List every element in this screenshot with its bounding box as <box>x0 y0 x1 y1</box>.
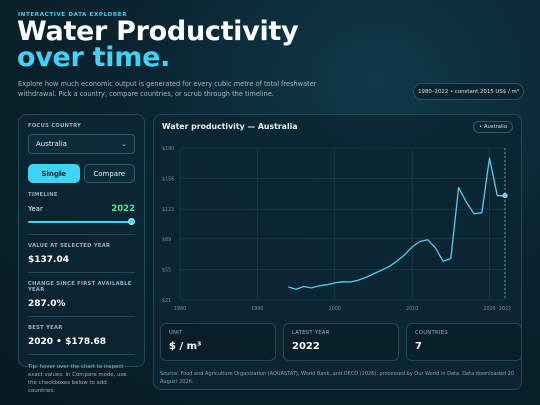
countries-card-value: 7 <box>415 341 422 352</box>
y-tick-label: $190 <box>162 146 174 152</box>
value-label: VALUE AT SELECTED YEAR <box>28 243 111 249</box>
latest-year-card-value: 2022 <box>292 341 320 352</box>
title-line-2: over time. <box>17 42 171 73</box>
unit-card-value: $ / m³ <box>169 341 202 352</box>
y-tick-label: $21 <box>162 298 171 304</box>
country-select[interactable]: Australia ⌄ <box>28 134 135 154</box>
selected-point[interactable] <box>502 193 508 199</box>
slider-track <box>28 221 133 223</box>
year-row: Year 2022 <box>28 204 135 214</box>
legend-chip: • Australia <box>472 121 513 133</box>
x-tick-label: 2000 <box>329 306 341 312</box>
range-pill: 1980–2022 • constant 2015 US$ / m³ <box>413 83 524 100</box>
change-label: CHANGE SINCE FIRST AVAILABLE YEAR <box>28 281 132 293</box>
compare-mode-button[interactable]: Compare <box>83 164 135 183</box>
x-tick-label: 1990 <box>251 306 263 312</box>
countries-card: COUNTRIES 7 <box>406 323 522 361</box>
x-tick-label: 2010 <box>406 306 418 312</box>
divider <box>28 272 135 273</box>
value-stat: $137.04 <box>28 255 69 265</box>
best-year-stat: 2020 • $178.68 <box>28 337 107 347</box>
year-label: Year <box>28 205 43 213</box>
x-tick-label: 1980 <box>174 306 186 312</box>
intro-text: Explore how much economic output is gene… <box>18 80 317 98</box>
unit-card: UNIT $ / m³ <box>160 323 276 361</box>
page-title: Water Productivity over time. <box>17 18 299 73</box>
summary-cards: UNIT $ / m³ LATEST YEAR 2022 COUNTRIES 7 <box>160 323 522 361</box>
x-tick-label: 2020 <box>483 306 495 312</box>
mode-toggle: Single Compare <box>28 164 135 183</box>
tip-text: Tip: hover over the chart to inspect exa… <box>28 364 127 394</box>
y-tick-label: $55 <box>162 267 171 273</box>
line-chart[interactable]: $190 $156 $122 $89 $55 $211980 1990 2000 2010 202… <box>160 140 517 315</box>
timeline-label: TIMELINE <box>28 192 58 198</box>
countries-card-label: COUNTRIES <box>415 330 448 336</box>
unit-card-label: UNIT <box>169 330 183 336</box>
y-tick-label: $89 <box>162 237 171 243</box>
chevron-down-icon: ⌄ <box>121 140 127 148</box>
focus-country-label: FOCUS COUNTRY <box>28 123 82 129</box>
controls-panel: FOCUS COUNTRY Australia ⌄ Single Compare… <box>18 114 145 394</box>
chart-title: Water productivity — Australia <box>162 122 298 131</box>
legend-label: Australia <box>484 124 507 130</box>
country-select-value: Australia <box>36 140 67 148</box>
divider <box>28 234 135 235</box>
divider <box>28 354 135 355</box>
x-tick-label: 2022 <box>499 306 511 312</box>
latest-year-card-label: LATEST YEAR <box>292 330 330 336</box>
range-pill-label: 1980–2022 • constant 2015 US$ / m³ <box>418 88 519 95</box>
y-tick-label: $156 <box>162 177 174 183</box>
divider <box>28 316 135 317</box>
legend-dot-icon: • <box>478 124 483 130</box>
source-note: Source: Food and Agriculture Organizatio… <box>160 371 515 385</box>
slider-thumb[interactable] <box>128 218 135 225</box>
latest-year-card: LATEST YEAR 2022 <box>283 323 399 361</box>
y-tick-label: $122 <box>162 207 174 213</box>
chart-panel: Water productivity — Australia • Austral… <box>153 114 522 390</box>
year-slider[interactable] <box>28 217 135 227</box>
best-year-label: BEST YEAR <box>28 325 63 331</box>
single-mode-button[interactable]: Single <box>28 164 80 183</box>
year-value: 2022 <box>111 204 135 214</box>
change-stat: 287.0% <box>28 299 66 309</box>
